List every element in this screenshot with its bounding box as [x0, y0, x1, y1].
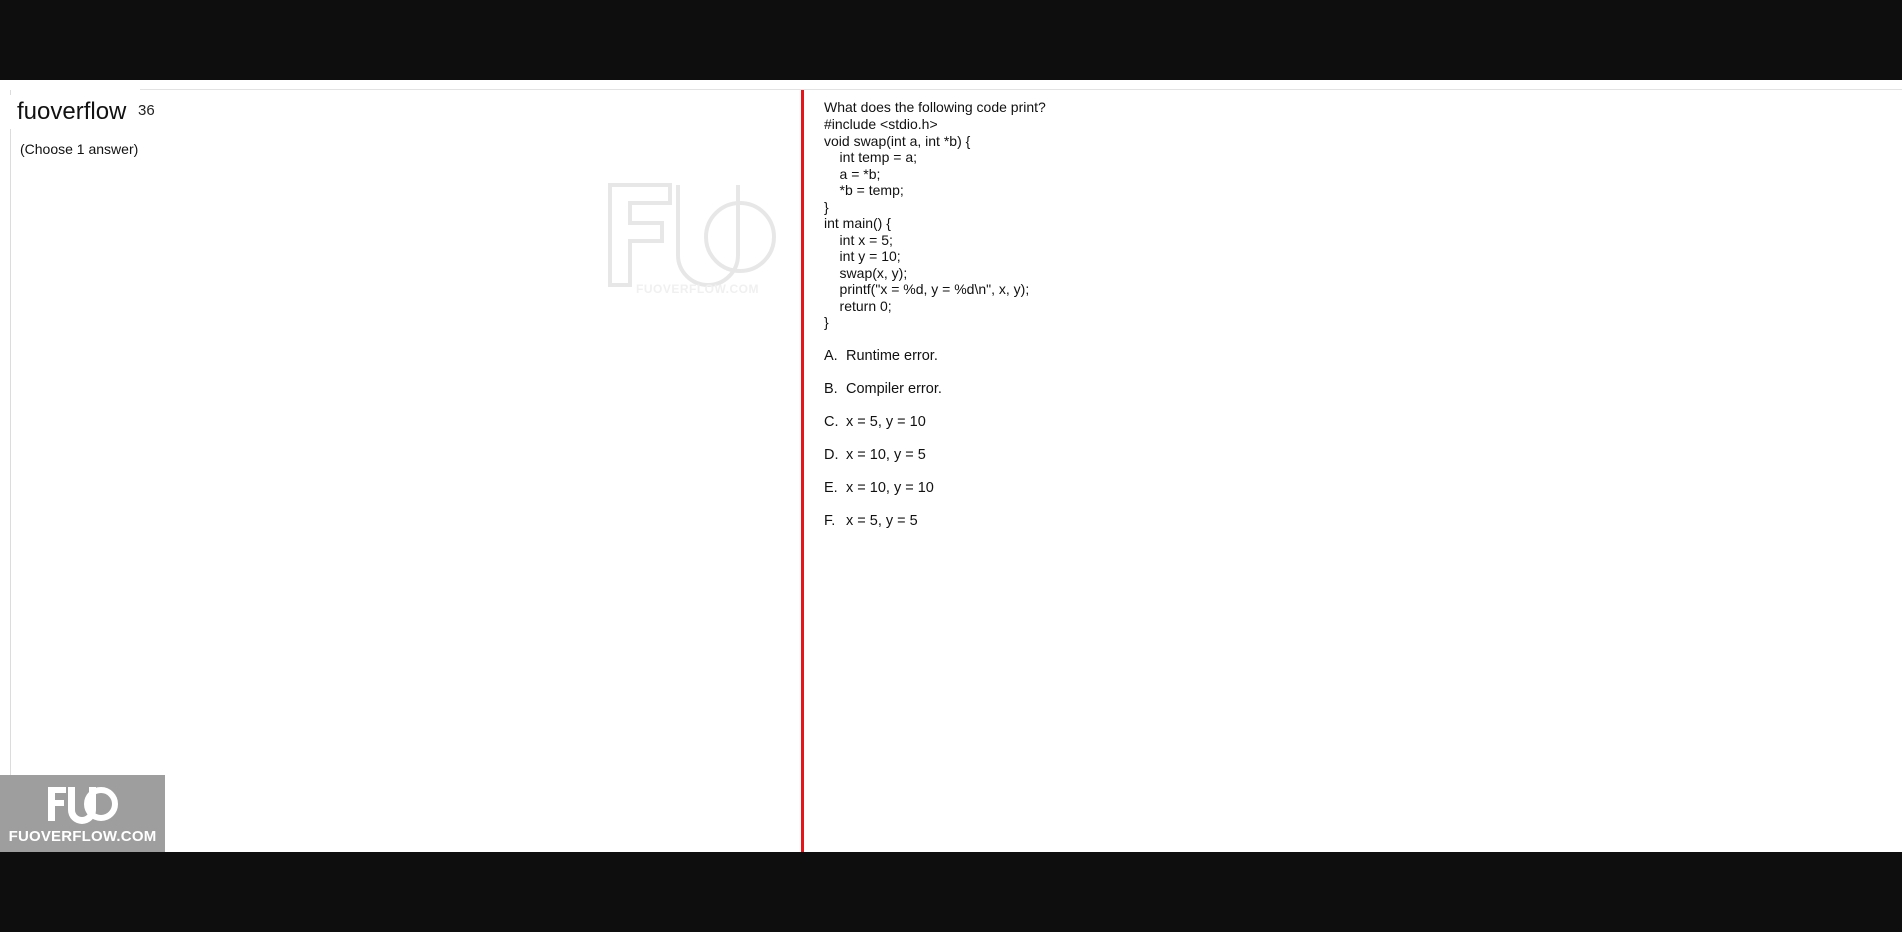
exam-page: fuoverflow 36 (Choose 1 answer) FUOVERFL… [0, 80, 1902, 852]
answer-instruction: (Choose 1 answer) [20, 141, 139, 157]
answer-option-a[interactable]: A. Runtime error. [824, 348, 1884, 381]
code-line: #include <stdio.h> [824, 116, 938, 132]
watermark-text: FUOVERFLOW.COM [636, 282, 759, 296]
option-letter: C. [824, 413, 839, 430]
code-line: a = *b; [824, 165, 881, 182]
code-line: } [824, 198, 829, 215]
option-letter: A. [824, 347, 838, 364]
answer-option-f[interactable]: F. x = 5, y = 5 [824, 513, 1884, 546]
code-line: } [824, 314, 829, 330]
option-letter: E. [824, 479, 838, 496]
option-text: Compiler error. [846, 380, 942, 397]
question-pane: What does the following code print? #inc… [824, 99, 1884, 546]
pane-divider [801, 90, 804, 852]
option-text: x = 10, y = 5 [846, 446, 926, 463]
question-prompt: What does the following code print? [824, 99, 1046, 115]
question-number: 36 [138, 102, 155, 119]
logo-badge-text: FUOVERFLOW.COM [8, 828, 157, 845]
fuo-logo-icon [48, 787, 118, 824]
code-line: printf("x = %d, y = %d\n", x, y); [824, 281, 1030, 297]
code-line: void swap(int a, int *b) { [824, 132, 971, 149]
code-line: int x = 5; [824, 231, 893, 248]
code-line: int temp = a; [824, 149, 917, 165]
code-block: #include <stdio.h> void swap(int a, int *… [824, 116, 1884, 331]
brand-title: fuoverflow [8, 95, 137, 129]
code-line: int y = 10; [824, 248, 901, 264]
option-letter: B. [824, 380, 838, 397]
answer-option-e[interactable]: E. x = 10, y = 10 [824, 480, 1884, 513]
fuo-logo-badge[interactable]: FUOVERFLOW.COM [0, 775, 165, 852]
options-list: A. Runtime error. B. Compiler error. C. x = 5… [824, 348, 1884, 546]
code-line: swap(x, y); [824, 264, 908, 281]
answer-option-c[interactable]: C. x = 5, y = 10 [824, 414, 1884, 447]
option-text: x = 5, y = 5 [846, 512, 918, 529]
answer-option-b[interactable]: B. Compiler error. [824, 381, 1884, 414]
option-letter: D. [824, 446, 839, 463]
code-line: return 0; [824, 297, 892, 314]
option-text: Runtime error. [846, 347, 938, 364]
option-text: x = 5, y = 10 [846, 413, 926, 430]
code-line: int main() { [824, 215, 891, 231]
answer-option-d[interactable]: D. x = 10, y = 5 [824, 447, 1884, 480]
option-letter: F. [824, 512, 836, 529]
code-line: *b = temp; [824, 182, 904, 198]
option-text: x = 10, y = 10 [846, 479, 934, 496]
